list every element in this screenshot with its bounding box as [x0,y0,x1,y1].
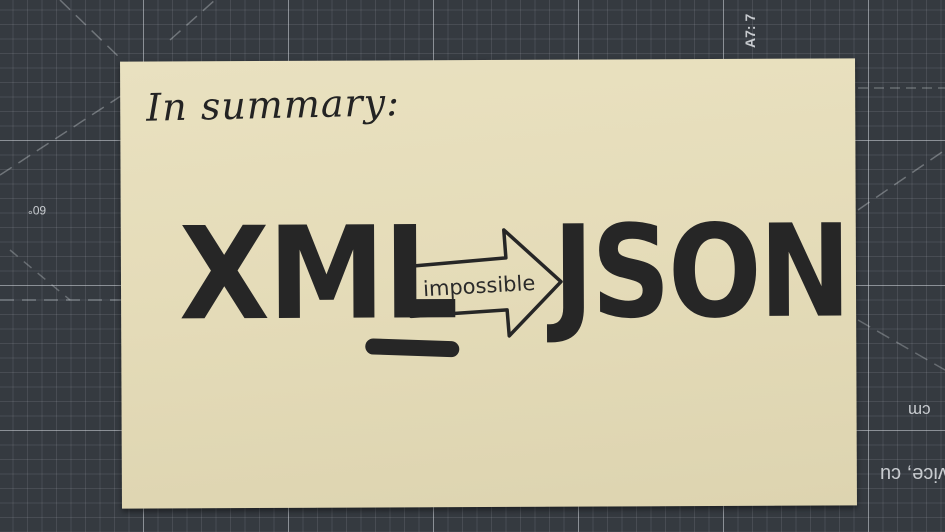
mat-corner-label: A7: 7 [742,13,758,48]
paper-card: In summary: XML impossible JSON [120,58,857,509]
mat-unit-label: cm [908,401,931,420]
json-word: JSON [552,197,849,348]
summary-heading: In summary: [145,80,401,130]
xml-word: XML [178,199,457,350]
mat-edge-text: vice, cu [880,463,945,485]
mat-angle-label: 60° [28,203,47,217]
